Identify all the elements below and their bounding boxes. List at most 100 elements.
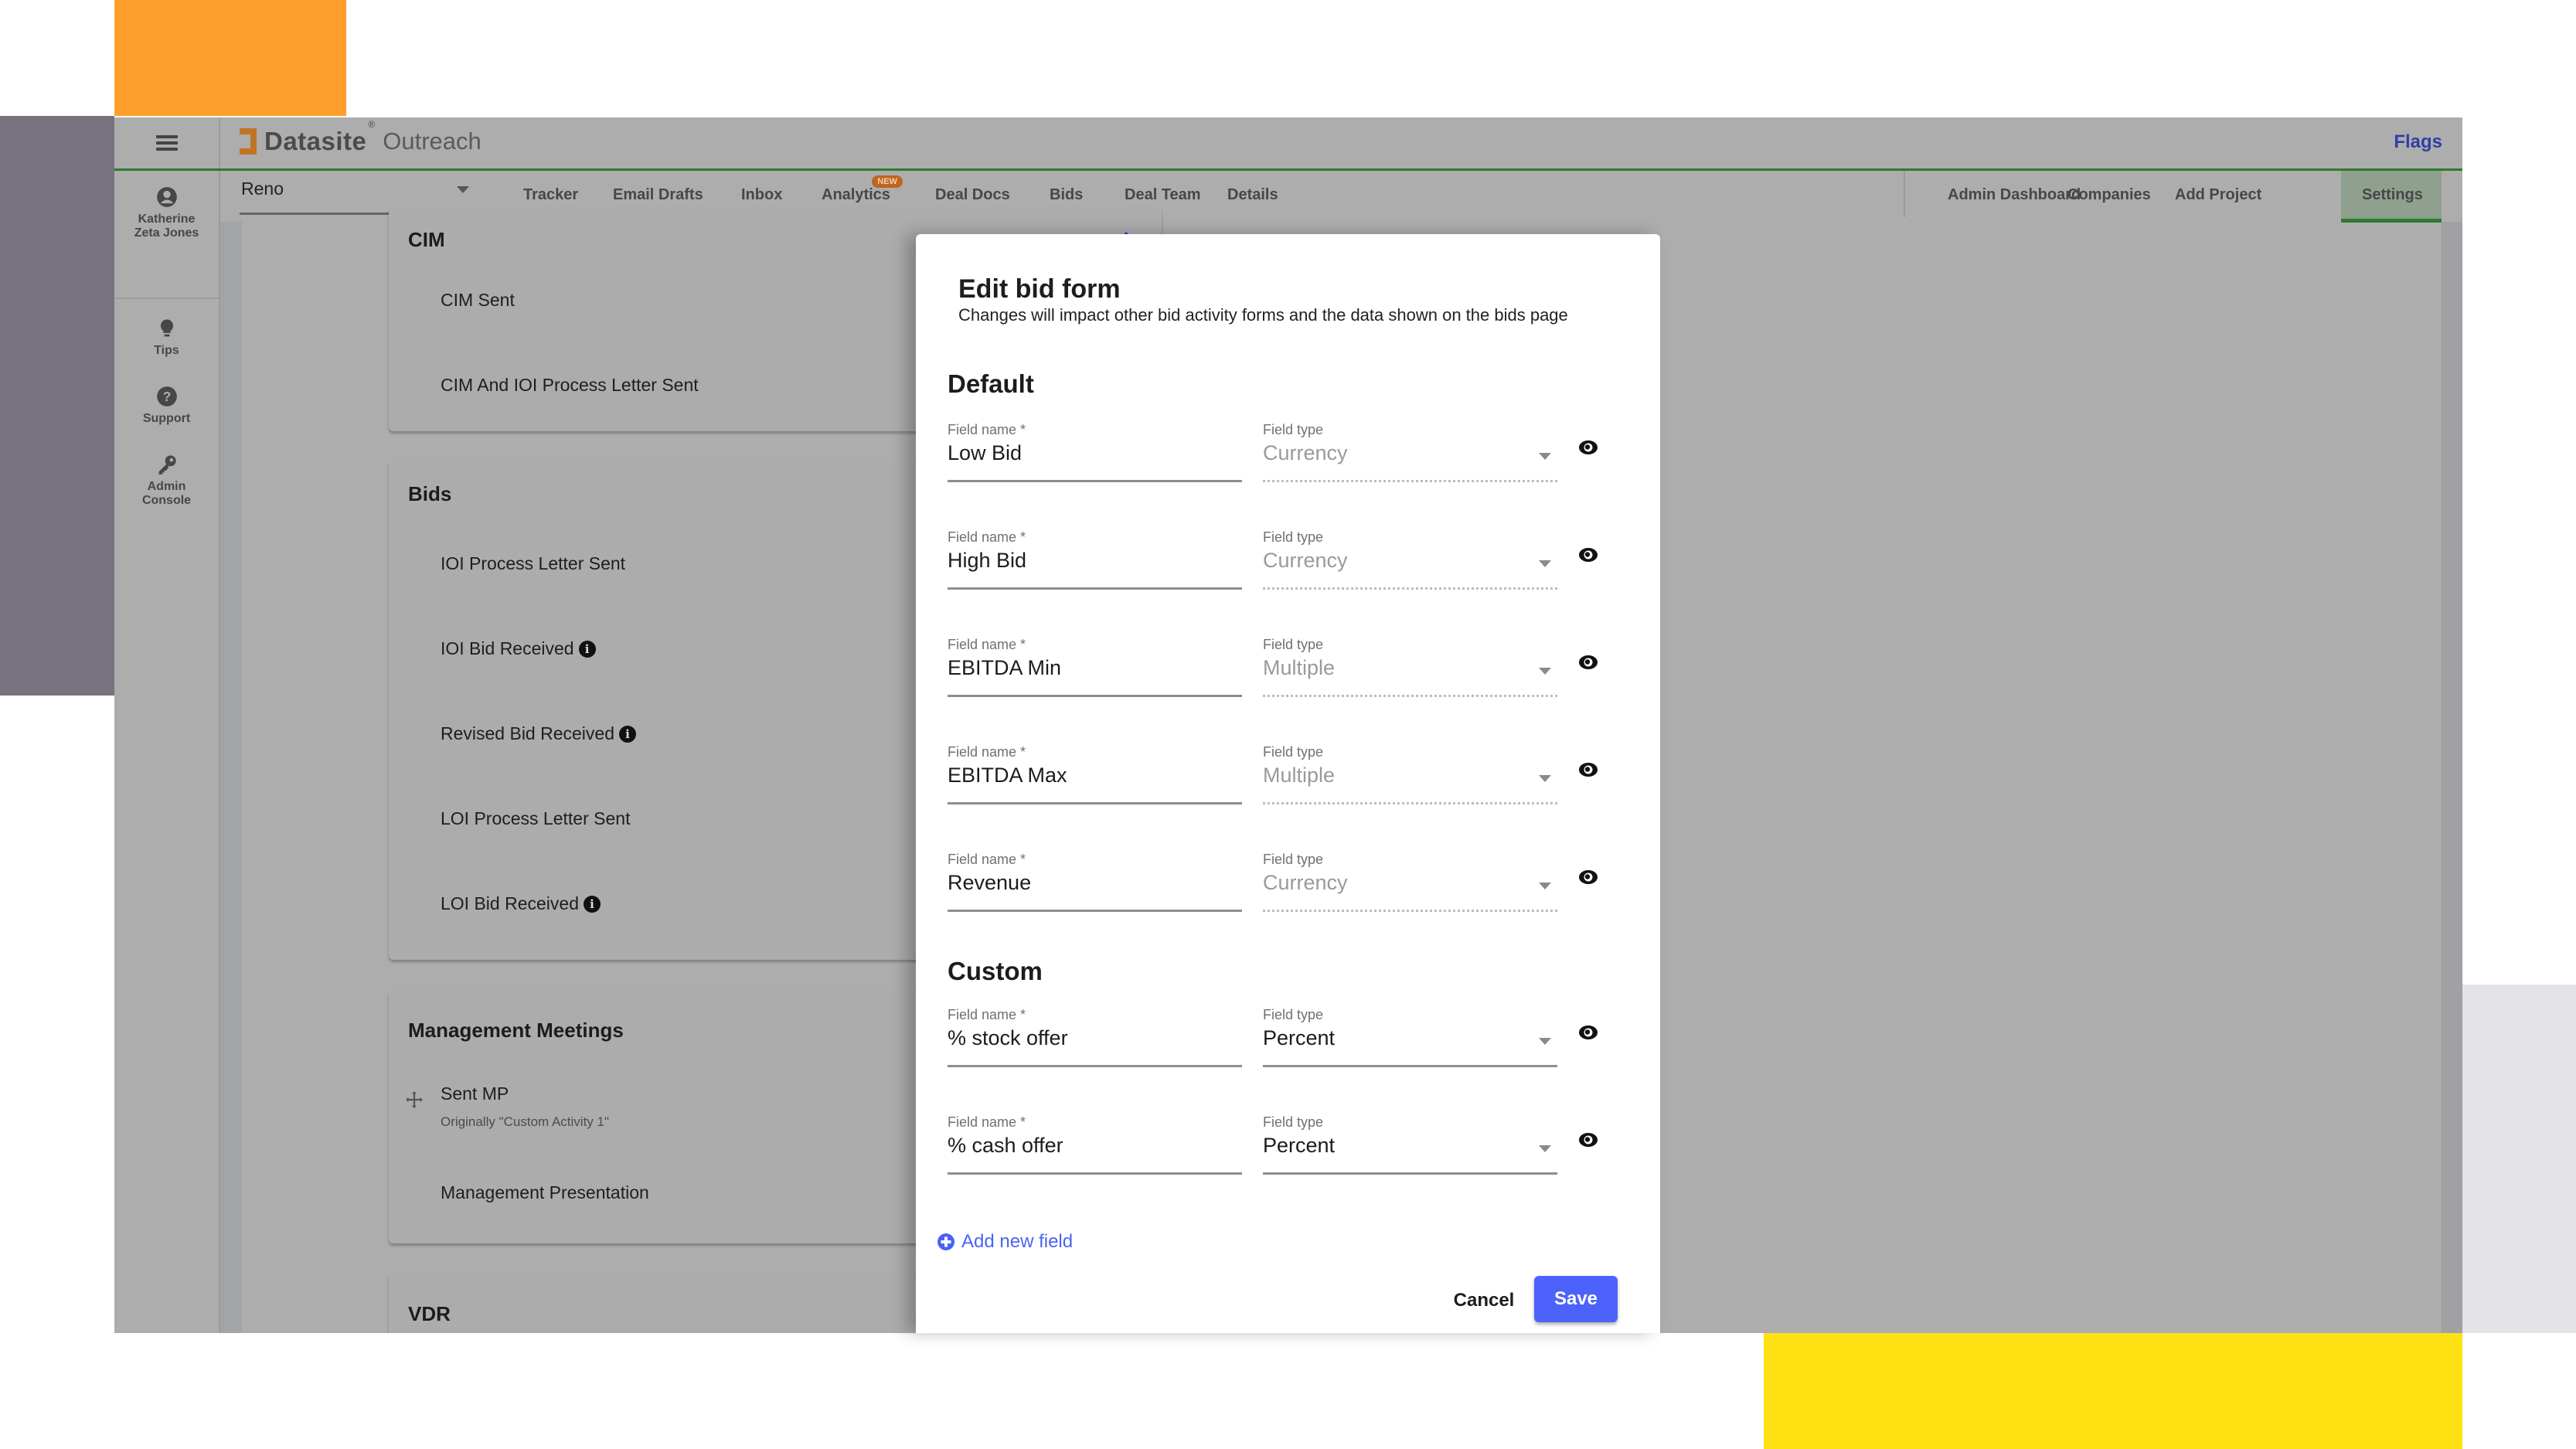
chevron-down-icon — [1539, 453, 1551, 460]
tab-companies[interactable]: Companies — [2067, 186, 2151, 204]
decorative-gray-block — [2462, 985, 2576, 1333]
svg-text:?: ? — [162, 389, 171, 404]
visibility-eye-icon[interactable] — [1577, 546, 1599, 563]
cancel-button[interactable]: Cancel — [1449, 1277, 1519, 1324]
rail-user-profile[interactable]: Katherine Zeta Jones — [114, 186, 219, 240]
tab-settings[interactable]: Settings — [2341, 171, 2442, 223]
rail-item-support[interactable]: ? Support — [114, 386, 219, 426]
tab-deal-team[interactable]: Deal Team — [1125, 186, 1201, 204]
rail-item-admin-console[interactable]: Admin Console — [114, 454, 219, 508]
field-type-select: Field type Multiple — [1263, 637, 1557, 697]
section-title-custom: Custom — [948, 957, 1043, 985]
chevron-down-icon — [1539, 560, 1551, 567]
group-title: Bids — [408, 482, 452, 505]
field-type-value: Multiple — [1263, 764, 1336, 787]
activity-label: Management Presentation — [441, 1182, 649, 1202]
field-type-value: Percent — [1263, 1134, 1336, 1157]
activity-label-text: LOI Process Letter Sent — [441, 808, 631, 828]
project-select-value: Reno — [241, 179, 284, 199]
activity-subtitle: Originally "Custom Activity 1" — [441, 1114, 610, 1129]
field-name-value: % stock offer — [948, 1026, 1068, 1049]
field-type-value: Currency — [1263, 441, 1348, 464]
visibility-eye-icon[interactable] — [1577, 1024, 1599, 1041]
field-type-label: Field type — [1263, 529, 1324, 545]
tab-bids[interactable]: Bids — [1050, 186, 1083, 204]
field-name-value: Low Bid — [948, 441, 1023, 464]
field-name-input[interactable]: Field name * % stock offer — [948, 1007, 1242, 1067]
visibility-eye-icon[interactable] — [1577, 654, 1599, 671]
tab-add-project[interactable]: Add Project — [2175, 186, 2261, 204]
save-button[interactable]: Save — [1534, 1276, 1618, 1322]
activity-label-text: IOI Bid Received — [441, 638, 574, 658]
tab-tracker[interactable]: Tracker — [523, 186, 578, 204]
menu-button[interactable] — [114, 117, 220, 168]
field-type-select: Field type Currency — [1263, 422, 1557, 482]
field-name-input[interactable]: Field name * High Bid — [948, 529, 1242, 590]
top-bar: Datasite® Outreach Flags — [114, 117, 2462, 171]
decorative-purple-block — [0, 116, 114, 696]
field-type-select[interactable]: Field type Percent — [1263, 1114, 1557, 1175]
decorative-yellow-block — [1764, 1333, 2462, 1449]
info-icon[interactable]: i — [578, 640, 596, 658]
chevron-down-icon — [1539, 883, 1551, 889]
tab-admin-dashboard[interactable]: Admin Dashboard — [1948, 186, 2081, 204]
field-type-label: Field type — [1263, 1007, 1324, 1022]
drag-move-icon[interactable] — [404, 1090, 424, 1110]
user-name-line1: Katherine — [138, 213, 196, 226]
chevron-down-icon — [1539, 1145, 1551, 1152]
info-icon[interactable]: i — [619, 725, 637, 743]
bid-field-row: Field name * % cash offer Field type Per… — [948, 1114, 1635, 1199]
brand-name: Datasite — [264, 127, 367, 155]
tab-email-drafts[interactable]: Email Drafts — [613, 186, 703, 204]
tab-deal-docs[interactable]: Deal Docs — [935, 186, 1010, 204]
tab-analytics[interactable]: Analytics NEW — [822, 175, 903, 204]
visibility-eye-icon[interactable] — [1577, 439, 1599, 456]
field-name-value: Revenue — [948, 871, 1032, 894]
field-name-label: Field name * — [948, 529, 1026, 545]
new-badge: NEW — [872, 175, 903, 188]
field-type-select: Field type Currency — [1263, 529, 1557, 590]
page-scrollbar[interactable] — [2442, 222, 2462, 1333]
account-circle-icon — [156, 187, 177, 207]
flags-link[interactable]: Flags — [2394, 131, 2442, 153]
activity-label: Sent MP — [441, 1083, 509, 1104]
plus-circle-icon — [938, 1233, 955, 1250]
activity-label: Revised Bid Received i — [441, 723, 637, 744]
field-type-select[interactable]: Field type Percent — [1263, 1007, 1557, 1067]
field-name-label: Field name * — [948, 852, 1026, 867]
activity-label: IOI Bid Received i — [441, 638, 596, 659]
info-icon[interactable]: i — [583, 895, 601, 913]
nav-divider — [1904, 171, 1905, 217]
field-name-input[interactable]: Field name * EBITDA Max — [948, 744, 1242, 804]
field-name-input[interactable]: Field name * EBITDA Min — [948, 637, 1242, 697]
group-title: Management Meetings — [408, 1019, 624, 1042]
field-name-label: Field name * — [948, 1007, 1026, 1022]
field-name-input[interactable]: Field name * Low Bid — [948, 422, 1242, 482]
group-title: VDR — [408, 1302, 451, 1325]
datasite-logo-icon — [240, 128, 257, 155]
bid-field-row: Field name * % stock offer Field type Pe… — [948, 1007, 1635, 1092]
field-name-value: EBITDA Max — [948, 764, 1067, 787]
activity-label: CIM And IOI Process Letter Sent — [441, 375, 699, 395]
visibility-eye-icon[interactable] — [1577, 1131, 1599, 1148]
activity-label: LOI Bid Received i — [441, 893, 601, 914]
visibility-eye-icon[interactable] — [1577, 869, 1599, 886]
group-title: CIM — [408, 228, 445, 251]
field-name-label: Field name * — [948, 744, 1026, 760]
tab-details[interactable]: Details — [1227, 186, 1278, 204]
field-name-input[interactable]: Field name * % cash offer — [948, 1114, 1242, 1175]
activity-label: CIM Sent — [441, 290, 515, 310]
rail-item-support-label: Support — [142, 412, 191, 425]
field-name-value: % cash offer — [948, 1134, 1063, 1157]
rail-item-admin-label-line2: Console — [141, 494, 192, 507]
visibility-eye-icon[interactable] — [1577, 761, 1599, 778]
bid-field-row: Field name * Revenue Field type Currency — [948, 852, 1635, 937]
field-type-value: Currency — [1263, 871, 1348, 894]
field-type-select: Field type Multiple — [1263, 744, 1557, 804]
field-name-input[interactable]: Field name * Revenue — [948, 852, 1242, 912]
rail-item-tips[interactable]: Tips — [114, 318, 219, 358]
chevron-down-icon — [1539, 775, 1551, 782]
field-type-label: Field type — [1263, 637, 1324, 652]
tab-inbox[interactable]: Inbox — [741, 186, 782, 204]
add-new-field-button[interactable]: Add new field — [937, 1231, 1073, 1253]
